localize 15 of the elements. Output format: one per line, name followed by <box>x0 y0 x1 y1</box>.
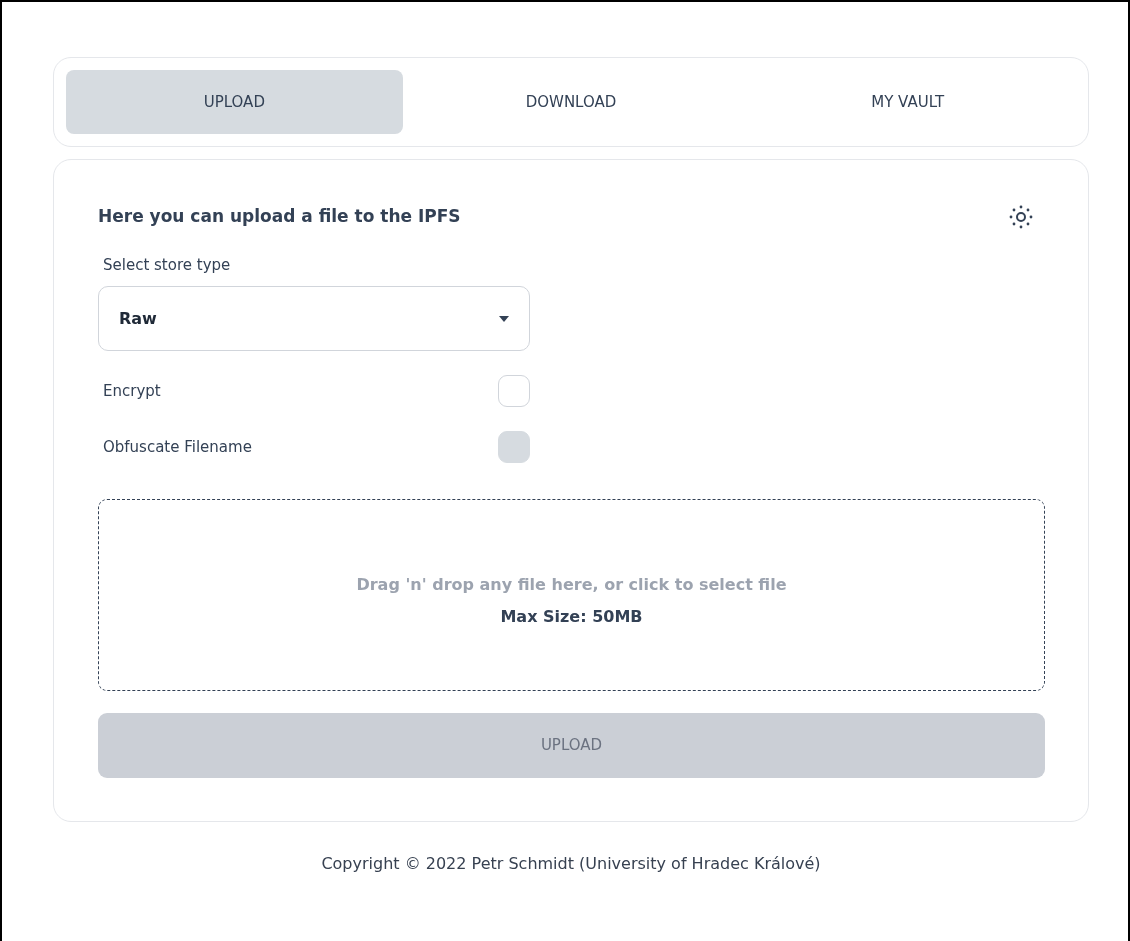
dropzone-prompt: Drag 'n' drop any file here, or click to select file <box>356 574 787 596</box>
checkbox[interactable] <box>498 375 530 407</box>
option-label: Obfuscate Filename <box>103 436 252 458</box>
tab[interactable]: DOWNLOAD <box>402 70 740 134</box>
field-label: Select store type <box>103 255 231 274</box>
caret-icon <box>499 315 509 322</box>
panel-heading: Here you can upload a file to the IPFS <box>98 205 461 228</box>
copyright-text: Copyright © 2022 Petr Schmidt (University of Hradec Králové) <box>321 854 821 873</box>
theme-toggle-icon[interactable] <box>1009 204 1033 229</box>
option-label: Encrypt <box>103 380 161 402</box>
tab[interactable]: UPLOAD <box>66 70 403 134</box>
store-type-select[interactable]: Raw <box>98 286 530 351</box>
size-limit: Max Size: 50MB <box>500 606 643 628</box>
tab[interactable]: MY VAULT <box>739 70 1076 134</box>
file-dropzone[interactable]: Drag 'n' drop any file here, or click to select file Max Size: 50MB <box>98 499 1045 691</box>
